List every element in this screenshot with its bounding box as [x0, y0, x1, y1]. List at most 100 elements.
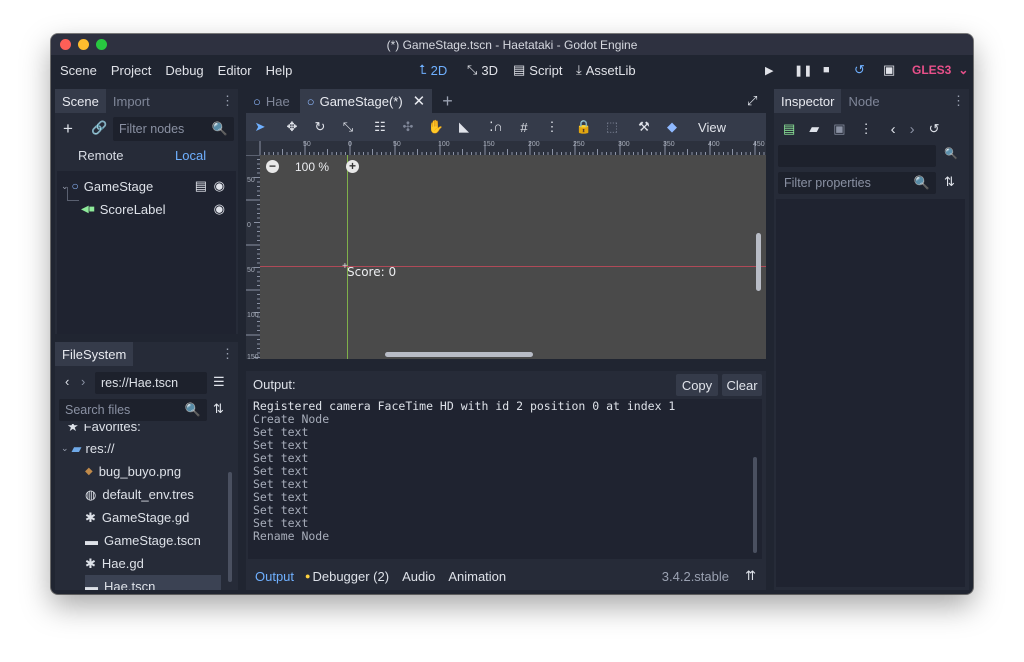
tab-inspector[interactable]: Inspector [774, 89, 842, 113]
move-mode-button[interactable]: ✥ [278, 113, 306, 141]
doc-search-icon[interactable]: 🔍 [944, 147, 958, 160]
play-custom-button[interactable]: ▣ [883, 55, 895, 85]
tab-hae[interactable]: ○ Hae [246, 89, 300, 113]
save-icon[interactable]: ▣ [833, 121, 845, 137]
file-item[interactable]: ◆ bug_buyo.png [85, 460, 227, 483]
favorites-row[interactable]: ★ Favorites: [67, 424, 225, 438]
tab-filesystem[interactable]: FileSystem [55, 342, 134, 366]
filter-properties-input[interactable]: Filter properties 🔍 [778, 172, 936, 194]
rotate-mode-button[interactable]: ↻ [306, 113, 334, 141]
forward-arrow-icon[interactable]: › [910, 121, 915, 138]
play-scene-button[interactable]: ↺ [854, 55, 865, 85]
zoom-out-button[interactable]: − [266, 160, 279, 173]
pan-mode-button[interactable]: ✋ [422, 113, 450, 141]
minimize-window-button[interactable] [78, 39, 89, 50]
vertical-scrollbar[interactable] [756, 233, 761, 291]
path-field[interactable]: res://Hae.tscn [95, 372, 207, 394]
close-window-button[interactable] [60, 39, 71, 50]
forward-arrow-icon[interactable]: › [81, 374, 85, 389]
script-icon[interactable]: ▤ [195, 178, 207, 194]
tab-node[interactable]: Node [841, 89, 886, 113]
tab-debugger[interactable]: Debugger (2) [312, 569, 389, 584]
zoom-in-button[interactable]: + [346, 160, 359, 173]
skeleton-button[interactable]: ⚒ [630, 113, 658, 141]
menu-editor[interactable]: Editor [211, 63, 259, 78]
menu-scene[interactable]: Scene [53, 63, 104, 78]
file-item[interactable]: ◍ default_env.tres [85, 483, 227, 506]
add-tab-icon[interactable]: + [442, 91, 453, 112]
tree-node-scorelabel[interactable]: ◀■ ScoreLabel ◉ [81, 199, 233, 219]
workspace-script-button[interactable]: ▤ Script [513, 55, 563, 85]
close-icon[interactable]: ✕ [413, 92, 426, 110]
file-item-selected[interactable]: ▬ Hae.tscn [85, 575, 221, 590]
menu-debug[interactable]: Debug [158, 63, 210, 78]
split-mode-icon[interactable]: ☰ [213, 374, 225, 390]
lock-button[interactable]: 🔒 [570, 113, 598, 141]
file-item[interactable]: ✱ GameStage.gd [85, 506, 227, 529]
link-icon[interactable]: 🔗 [91, 120, 107, 136]
back-arrow-icon[interactable]: ‹ [65, 374, 69, 389]
local-tab[interactable]: Local [175, 148, 206, 163]
zoom-level[interactable]: 100 % [295, 160, 329, 174]
open-folder-icon[interactable]: ▰ [809, 121, 819, 137]
history-icon[interactable]: ↺ [929, 121, 940, 137]
remote-tab[interactable]: Remote [78, 148, 124, 163]
filter-nodes-input[interactable]: Filter nodes 🔍 [113, 117, 234, 141]
grid-snap-button[interactable]: # [510, 113, 538, 141]
kebab-menu-icon[interactable]: ⋮ [860, 121, 873, 137]
file-item[interactable]: ▬ GameStage.tscn [85, 529, 227, 552]
new-resource-icon[interactable]: ▤ [783, 121, 795, 137]
select-mode-button[interactable]: ➤ [246, 113, 274, 141]
menu-help[interactable]: Help [259, 63, 300, 78]
workspace-assetlib-button[interactable]: ⤓ AssetLib [576, 55, 636, 85]
move-icon: ✥ [286, 119, 298, 134]
zoom-window-button[interactable] [96, 39, 107, 50]
res-root-row[interactable]: ⌄ ▰ res:// [61, 437, 219, 460]
distraction-free-icon[interactable]: ⤢ [747, 93, 757, 109]
ruler-mode-button[interactable]: ◣ [450, 113, 478, 141]
copy-button[interactable]: Copy [676, 374, 718, 396]
view-menu-button[interactable]: View [690, 113, 734, 141]
tab-animation[interactable]: Animation [448, 569, 506, 584]
viewport-canvas[interactable]: 50 0 50 100 150 200 250 300 350 400 450 … [246, 141, 766, 359]
workspace-3d-button[interactable]: ⤡ 3D [467, 55, 498, 85]
object-path-field[interactable] [778, 145, 936, 167]
add-node-icon[interactable]: + [63, 119, 73, 139]
tab-scene[interactable]: Scene [55, 89, 106, 113]
expand-panel-icon[interactable]: ⇈ [745, 568, 756, 584]
pivot-button[interactable]: ✣ [394, 113, 422, 141]
clear-button[interactable]: Clear [722, 374, 762, 396]
group-button[interactable]: ⬚ [598, 113, 626, 141]
score-label-node[interactable]: Score: 0 [347, 265, 396, 279]
smart-snap-button[interactable]: ⁚∩ [482, 113, 510, 141]
menu-project[interactable]: Project [104, 63, 158, 78]
renderer-select[interactable]: GLES3 ⌄ [912, 55, 968, 85]
tab-audio[interactable]: Audio [402, 569, 435, 584]
sort-icon[interactable]: ⇅ [944, 174, 955, 190]
play-button[interactable]: ▶ [765, 55, 773, 85]
output-scrollbar[interactable] [753, 457, 757, 553]
visibility-eye-icon[interactable]: ◉ [214, 178, 225, 194]
dock-menu-icon[interactable]: ⋮ [952, 93, 965, 109]
scale-mode-button[interactable]: ⤡ [334, 113, 362, 141]
dock-menu-icon[interactable]: ⋮ [221, 93, 234, 109]
tree-node-gamestage[interactable]: ⌄ ○ GameStage ▤ ◉ [61, 176, 233, 196]
stop-button[interactable]: ■ [823, 55, 830, 85]
tab-output[interactable]: Output [255, 569, 294, 584]
horizontal-scrollbar[interactable] [385, 352, 533, 357]
scrollbar[interactable] [228, 472, 232, 582]
search-files-input[interactable]: Search files 🔍 [59, 399, 207, 421]
file-item[interactable]: ✱ Hae.gd [85, 552, 227, 575]
tab-import[interactable]: Import [106, 89, 157, 113]
camera-button[interactable]: ◆ [658, 113, 686, 141]
tab-gamestage[interactable]: ○ GameStage(*) ✕ [299, 89, 433, 113]
workspace-2d-button[interactable]: ⮤ 2D [419, 55, 447, 85]
sort-icon[interactable]: ⇅ [213, 401, 224, 417]
snap-options-button[interactable]: ⋮ [538, 113, 566, 141]
pause-button[interactable]: ❚❚ [794, 55, 812, 85]
ruler-label: 0 [348, 141, 352, 148]
dock-menu-icon[interactable]: ⋮ [221, 346, 234, 362]
list-select-button[interactable]: ☷ [366, 113, 394, 141]
back-arrow-icon[interactable]: ‹ [891, 121, 896, 138]
visibility-eye-icon[interactable]: ◉ [214, 201, 225, 217]
